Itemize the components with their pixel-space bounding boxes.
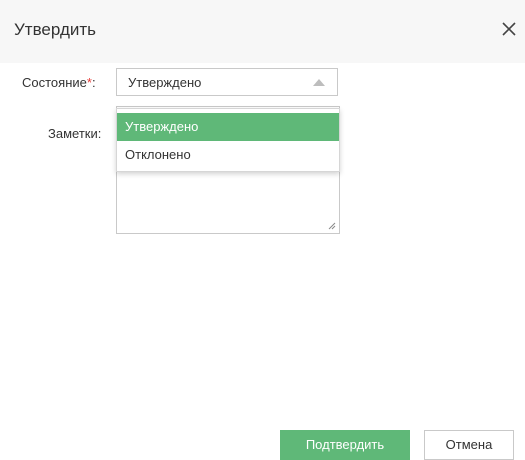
resize-grip-icon[interactable] bbox=[328, 222, 336, 230]
notes-label: Заметки: bbox=[48, 126, 102, 141]
status-select-value: Утверждено bbox=[128, 75, 202, 90]
status-select[interactable]: Утверждено bbox=[116, 68, 338, 96]
close-icon[interactable] bbox=[498, 18, 520, 40]
confirm-button[interactable]: Подтвердить bbox=[280, 430, 410, 460]
cancel-button[interactable]: Отмена bbox=[424, 430, 514, 460]
dropdown-option-rejected[interactable]: Отклонено bbox=[117, 141, 339, 169]
dropdown-option-approved[interactable]: Утверждено bbox=[117, 113, 339, 141]
dialog-title: Утвердить bbox=[14, 20, 97, 39]
chevron-up-icon bbox=[313, 79, 325, 86]
dialog-header: Утвердить bbox=[0, 0, 525, 63]
status-dropdown: Утверждено Отклонено bbox=[116, 108, 340, 172]
status-label: Состояние*: bbox=[22, 75, 96, 90]
status-label-text: Состояние bbox=[22, 75, 87, 90]
status-label-colon: : bbox=[91, 75, 96, 90]
